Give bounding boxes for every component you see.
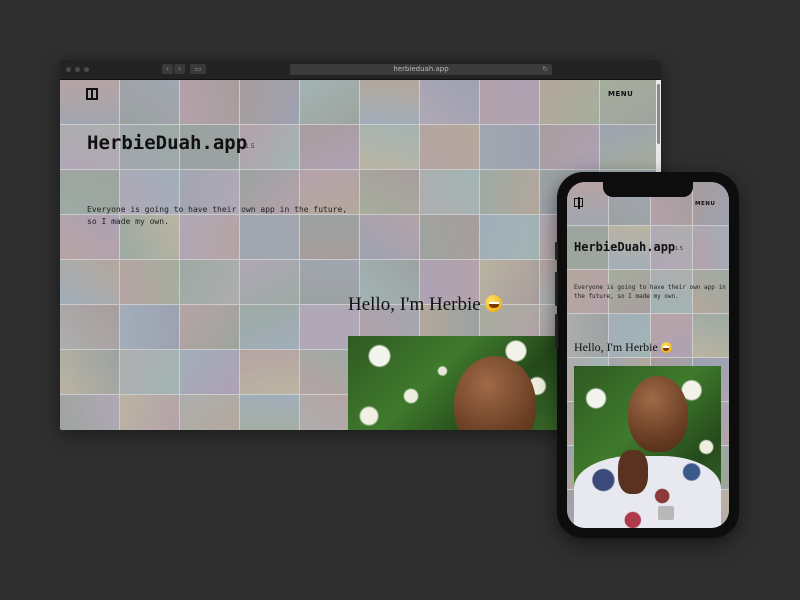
- scrollbar-thumb[interactable]: [657, 84, 660, 144]
- site-title: HerbieDuah.app: [87, 132, 248, 154]
- address-bar[interactable]: herbieduah.app ↻: [290, 64, 552, 75]
- logo-icon[interactable]: [574, 197, 583, 209]
- logo-icon[interactable]: [86, 88, 98, 100]
- profile-photo: [574, 366, 721, 528]
- reload-icon[interactable]: ↻: [542, 64, 548, 75]
- tagline: Everyone is going to have their own app …: [574, 284, 726, 301]
- sidebar-button[interactable]: ▭: [190, 64, 206, 74]
- greeting-heading: Hello, I'm Herbie: [348, 294, 503, 316]
- site-title: HerbieDuah.app: [574, 240, 676, 254]
- window-minimize-dot[interactable]: [75, 67, 80, 72]
- menu-link[interactable]: MENU: [695, 201, 715, 207]
- phone-silent-switch: [555, 242, 558, 260]
- chevron-left-icon: ‹: [165, 64, 170, 73]
- window-close-dot[interactable]: [66, 67, 71, 72]
- version-label: 1.5: [245, 143, 255, 150]
- phone-volume-down: [555, 314, 558, 348]
- phone-volume-up: [555, 272, 558, 306]
- phone-screen: MENU HerbieDuah.app 1.5 Everyone is goin…: [567, 182, 729, 528]
- phone-device: MENU HerbieDuah.app 1.5 Everyone is goin…: [555, 172, 739, 538]
- greeting-text: Hello, I'm Herbie: [574, 340, 658, 354]
- address-bar-url: herbieduah.app: [393, 65, 449, 73]
- person-head: [628, 376, 688, 452]
- menu-link[interactable]: MENU: [608, 90, 633, 98]
- phone-notch: [603, 182, 693, 197]
- person-watch: [658, 506, 674, 520]
- greeting-text: Hello, I'm Herbie: [348, 294, 481, 315]
- tagline: Everyone is going to have their own app …: [87, 205, 348, 227]
- browser-toolbar: ‹ › ▭ herbieduah.app ↻ ⇪ ⧉: [60, 60, 661, 80]
- forward-button[interactable]: ›: [174, 64, 185, 74]
- profile-photo: [348, 336, 558, 430]
- sidebar-icon: ▭: [194, 65, 202, 73]
- chevron-right-icon: ›: [177, 64, 182, 73]
- grinning-face-icon: [485, 295, 503, 312]
- window-zoom-dot[interactable]: [84, 67, 89, 72]
- version-label: 1.5: [675, 246, 683, 252]
- greeting-heading: Hello, I'm Herbie: [574, 340, 672, 355]
- back-button[interactable]: ‹: [162, 64, 173, 74]
- grinning-face-icon: [660, 342, 672, 353]
- person-hand: [618, 450, 648, 494]
